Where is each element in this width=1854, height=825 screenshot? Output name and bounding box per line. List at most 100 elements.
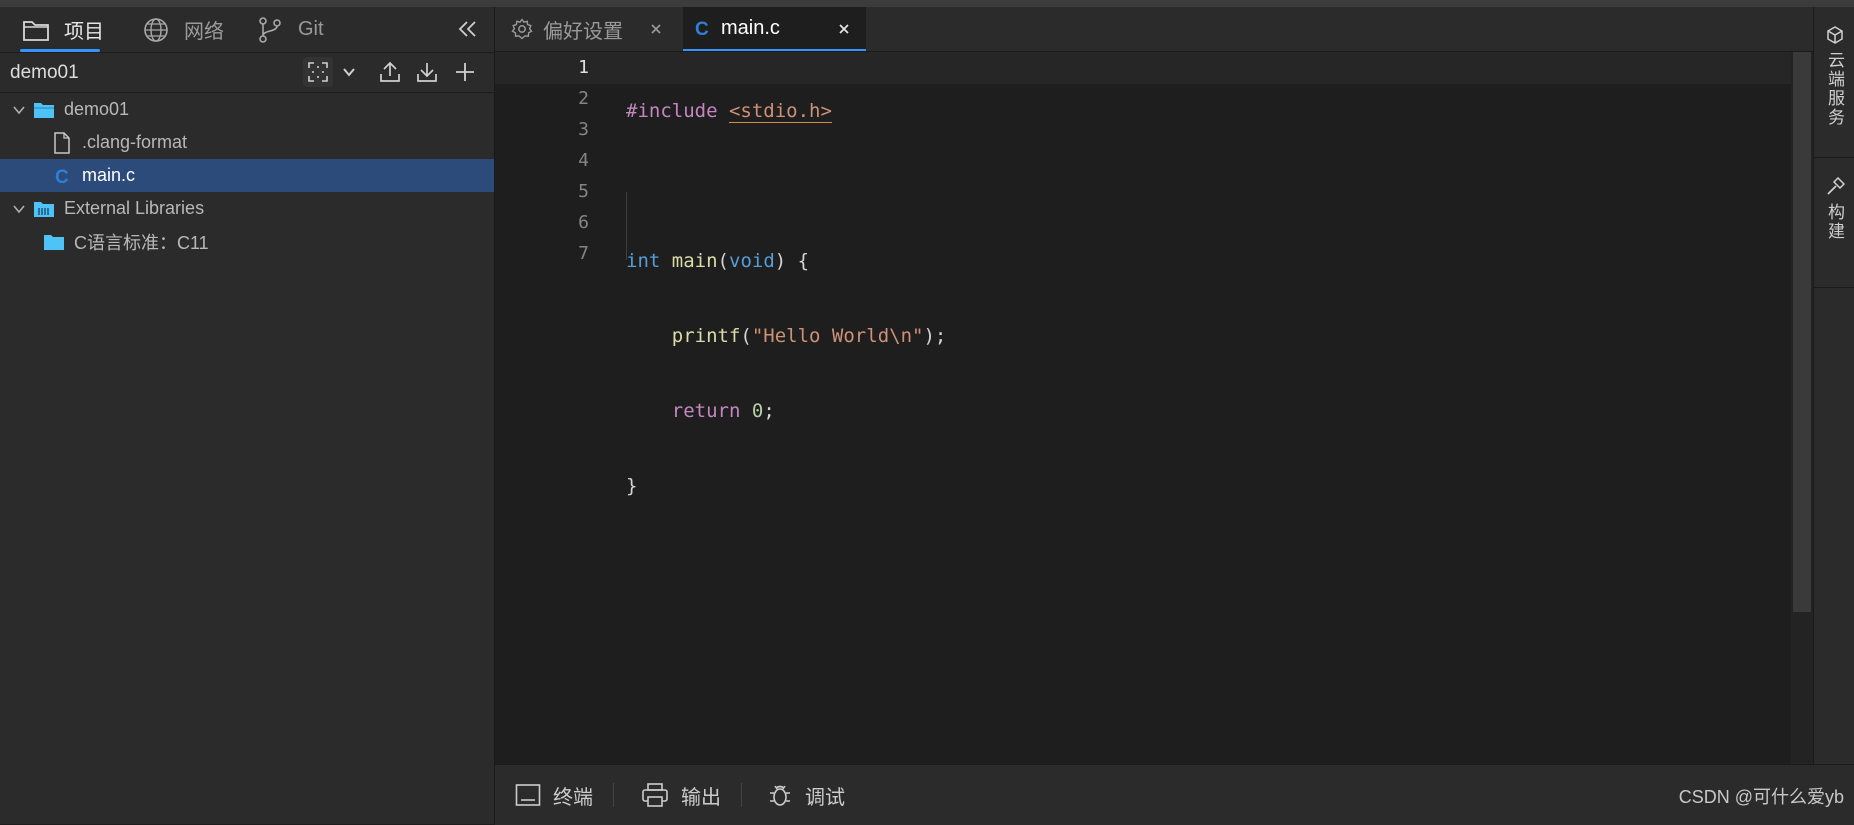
chevron-down-icon[interactable] [10,200,28,218]
close-icon[interactable] [834,19,854,39]
scrollbar-thumb[interactable] [1793,52,1811,612]
line-number-gutter: 1 2 3 4 5 6 7 [495,52,605,269]
c-file-icon: C [50,164,74,188]
right-tool-strip: 云端服务 构建 [1813,7,1854,764]
output-button[interactable]: 输出 [641,777,721,813]
folder-open-icon [32,98,56,122]
code-content[interactable]: #include <stdio.h> int main(void) { prin… [626,52,946,621]
token-number: 0 [751,400,764,422]
tree-item-c-standard[interactable]: C语言标准：C11 [0,225,494,258]
line-number: 3 [578,119,589,140]
locate-file-button[interactable] [303,57,333,87]
download-icon [415,60,439,84]
token-punct: ( [717,250,729,272]
download-button[interactable] [412,57,442,87]
collapse-panel-icon[interactable] [452,13,484,45]
tab-network[interactable]: 网络 [140,7,224,52]
upload-button[interactable] [375,57,405,87]
tree-item-main-c[interactable]: C main.c [0,159,494,192]
add-button[interactable] [450,57,480,87]
tree-item-label: main.c [82,165,136,185]
token-function: printf [671,325,741,347]
project-toolbar: demo01 [0,53,494,93]
line-number: 7 [578,243,589,264]
code-line: } [626,471,946,502]
bug-icon [767,782,793,808]
file-icon [50,131,74,155]
svg-text:C: C [55,167,69,186]
folder-icon [42,230,66,254]
project-name: demo01 [10,62,79,83]
token-punct: ( [740,325,752,347]
tab-main-c[interactable]: C main.c [683,7,866,51]
line-number: 4 [578,150,589,171]
line-number: 5 [578,181,589,202]
options-dropdown-button[interactable] [334,57,364,87]
chevron-down-icon[interactable] [10,101,28,119]
output-label: 输出 [681,786,721,809]
tab-network-label: 网络 [184,21,224,43]
tree-item-clang-format[interactable]: .clang-format [0,126,494,159]
token-type: void [729,250,775,272]
window-top-strip [0,0,1854,7]
code-line: return 0; [626,396,946,427]
bottom-panel-bar: 终端 输出 调试 CSDN @可什么爱yb [495,764,1854,825]
tab-preferences-label: 偏好设置 [543,20,623,43]
watermark: CSDN @可什么爱yb [1678,787,1844,807]
plus-icon [454,61,476,83]
token-keyword: return [671,400,741,422]
globe-icon [140,14,172,46]
hammer-icon [1825,177,1845,197]
git-branch-icon [254,14,286,46]
divider [1814,287,1854,288]
token-directive: #include [626,100,718,122]
upload-icon [378,60,402,84]
tree-item-external-libraries[interactable]: External Libraries [0,192,494,225]
tree-item-label: .clang-format [82,132,188,152]
code-line: int main(void) { [626,246,946,277]
line-number: 1 [578,57,589,78]
tab-preferences[interactable]: 偏好设置 [511,7,678,51]
folder-icon [20,14,52,46]
tab-project[interactable]: 项目 [20,7,104,52]
tab-git[interactable]: Git [254,7,324,52]
debug-button[interactable]: 调试 [767,777,845,813]
terminal-label: 终端 [553,786,593,809]
debug-label: 调试 [805,786,845,809]
build-label: 构建 [1825,203,1844,241]
tab-main-c-label: main.c [721,16,780,39]
close-icon[interactable] [646,19,666,39]
project-panel: 项目 网络 Git demo01 demo01 .clang-format C … [0,7,495,824]
tree-item-demo01[interactable]: demo01 [0,93,494,126]
token-type: int [626,250,661,272]
tab-git-label: Git [298,18,324,40]
token-function: main [671,250,718,272]
terminal-icon [515,783,541,807]
vertical-scrollbar[interactable] [1791,52,1813,764]
tree-item-label: C语言标准：C11 [74,232,209,253]
token-punct: ); [923,325,947,347]
library-folder-icon [32,197,56,221]
svg-text:C: C [695,19,709,38]
printer-icon [641,782,669,808]
cloud-service-button[interactable]: 云端服务 [1814,25,1854,127]
cloud-service-label: 云端服务 [1825,51,1844,127]
chevron-down-icon [341,64,357,80]
code-line: printf("Hello World\n"); [626,321,947,352]
token-punct: ) { [774,250,810,272]
tree-item-label: External Libraries [64,198,205,218]
code-editor[interactable]: 1 2 3 4 5 6 7 #include <stdio.h> int mai… [495,52,1813,764]
token-punct: ; [763,400,775,422]
build-button[interactable]: 构建 [1814,177,1854,241]
divider [1814,157,1854,158]
tab-project-label: 项目 [64,21,104,43]
file-tree: demo01 .clang-format C main.c External L… [0,93,494,258]
terminal-button[interactable]: 终端 [515,777,593,813]
focus-target-icon [307,61,329,83]
divider [613,783,614,807]
editor-tab-bar: 偏好设置 C main.c [495,7,1813,52]
token-header[interactable]: <stdio.h> [729,100,832,122]
line-number: 6 [578,212,589,233]
